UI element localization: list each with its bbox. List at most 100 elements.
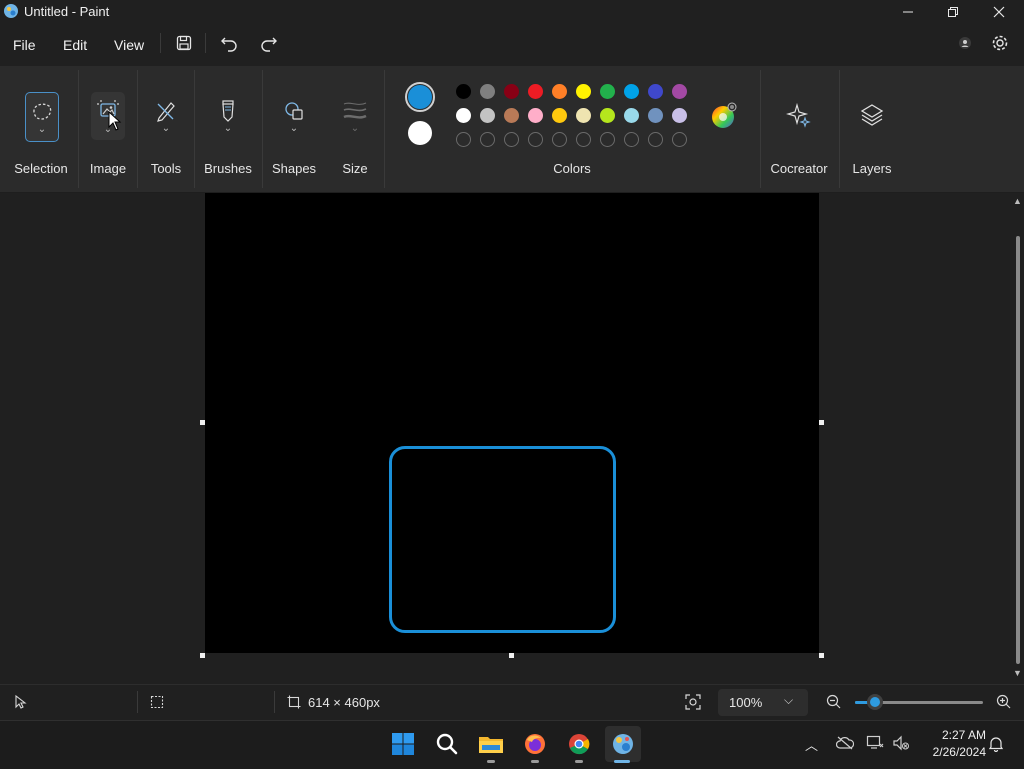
menu-edit[interactable]: Edit [63, 35, 87, 55]
taskbar-paint[interactable] [605, 726, 641, 762]
scroll-down-arrow-icon[interactable]: ▼ [1013, 668, 1022, 678]
resize-handle-bottom-left[interactable] [200, 653, 205, 658]
folder-icon [479, 737, 503, 753]
zoom-in-button[interactable] [996, 694, 1012, 713]
edit-colors-button[interactable] [710, 101, 738, 129]
shapes-icon [285, 101, 303, 120]
taskbar-search-button[interactable] [429, 726, 465, 762]
custom-color-slot[interactable] [624, 132, 639, 147]
palette-color-swatch[interactable] [624, 108, 639, 123]
palette-color-swatch[interactable] [456, 84, 471, 99]
resize-handle-left[interactable] [200, 420, 205, 425]
taskbar-firefox[interactable] [517, 726, 553, 762]
palette-color-swatch[interactable] [528, 84, 543, 99]
close-button[interactable] [976, 0, 1022, 24]
chevron-down-icon: ⌄ [161, 122, 171, 134]
scroll-up-arrow-icon[interactable]: ▲ [1013, 196, 1022, 206]
gear-icon [992, 35, 1008, 51]
save-button[interactable] [170, 31, 198, 55]
palette-color-swatch[interactable] [600, 108, 615, 123]
group-label-brushes: Brushes [204, 161, 252, 176]
resize-handle-bottom-right[interactable] [819, 653, 824, 658]
show-hidden-icons-chevron-icon[interactable]: ︿ [805, 735, 818, 754]
settings-button[interactable] [986, 31, 1014, 55]
start-button[interactable] [385, 726, 421, 762]
ribbon-divider [384, 70, 385, 188]
palette-color-swatch[interactable] [576, 108, 591, 123]
restore-button[interactable] [930, 0, 976, 24]
undo-icon [221, 37, 237, 52]
undo-button[interactable] [215, 31, 243, 55]
account-icon [959, 37, 971, 49]
group-label-image: Image [89, 161, 127, 176]
resize-handle-right[interactable] [819, 420, 824, 425]
chevron-down-icon: ⌄ [289, 122, 299, 134]
fit-to-window-icon [685, 694, 701, 710]
custom-color-slot[interactable] [552, 132, 567, 147]
palette-color-swatch[interactable] [528, 108, 543, 123]
taskbar-active-indicator [614, 760, 630, 763]
minimize-icon [903, 11, 913, 13]
notifications-button[interactable] [988, 736, 1004, 755]
palette-color-swatch[interactable] [576, 84, 591, 99]
account-button[interactable] [951, 31, 979, 55]
custom-color-slot[interactable] [648, 132, 663, 147]
palette-color-swatch[interactable] [624, 84, 639, 99]
custom-color-slot[interactable] [480, 132, 495, 147]
palette-color-swatch[interactable] [672, 108, 687, 123]
palette-color-swatch[interactable] [456, 108, 471, 123]
palette-color-swatch[interactable] [504, 84, 519, 99]
custom-color-slot[interactable] [528, 132, 543, 147]
primary-color-button[interactable] [405, 82, 435, 112]
taskbar-file-explorer[interactable] [473, 726, 509, 762]
vertical-scrollbar-thumb[interactable] [1016, 236, 1020, 664]
zoom-out-icon [826, 694, 841, 709]
tools-button[interactable]: ⌄ [150, 94, 182, 138]
color-palette [456, 84, 696, 148]
resize-handle-bottom[interactable] [509, 653, 514, 658]
custom-color-slot[interactable] [576, 132, 591, 147]
secondary-color-button[interactable] [408, 121, 432, 145]
line-width-icon [343, 102, 367, 119]
selection-tool-button[interactable]: ⌄ [25, 92, 59, 142]
volume-muted-icon[interactable] [892, 735, 910, 754]
selection-size-icon [150, 695, 164, 712]
zoom-out-button[interactable] [826, 694, 842, 713]
palette-color-swatch[interactable] [480, 84, 495, 99]
status-divider [137, 691, 138, 713]
canvas-size-icon [287, 695, 301, 712]
ribbon-divider [839, 70, 840, 188]
palette-color-swatch[interactable] [648, 108, 663, 123]
palette-color-swatch[interactable] [480, 108, 495, 123]
minimize-button[interactable] [885, 0, 931, 24]
search-icon [436, 733, 458, 755]
shapes-button[interactable]: ⌄ [278, 94, 310, 138]
layers-button[interactable] [857, 100, 887, 130]
palette-color-swatch[interactable] [552, 84, 567, 99]
palette-color-swatch[interactable] [504, 108, 519, 123]
taskbar-clock-date[interactable]: 2/26/2024 [918, 745, 986, 759]
ribbon-divider [262, 70, 263, 188]
rounded-rectangle-shape[interactable] [389, 446, 616, 633]
custom-color-slot[interactable] [600, 132, 615, 147]
custom-color-slot[interactable] [672, 132, 687, 147]
brushes-button[interactable]: ⌄ [212, 94, 244, 138]
taskbar-chrome[interactable] [561, 726, 597, 762]
taskbar-clock-time[interactable]: 2:27 AM [920, 728, 986, 742]
size-button[interactable]: ⌄ [339, 94, 371, 138]
palette-color-swatch[interactable] [600, 84, 615, 99]
onedrive-icon[interactable] [835, 736, 855, 753]
custom-color-slot[interactable] [504, 132, 519, 147]
network-icon[interactable] [866, 735, 884, 754]
menu-file[interactable]: File [13, 35, 36, 55]
palette-color-swatch[interactable] [672, 84, 687, 99]
palette-color-swatch[interactable] [552, 108, 567, 123]
fit-to-window-button[interactable] [684, 693, 702, 714]
palette-color-swatch[interactable] [648, 84, 663, 99]
custom-color-slot[interactable] [456, 132, 471, 147]
redo-button[interactable] [255, 31, 283, 55]
menu-view[interactable]: View [114, 35, 144, 55]
layers-icon [860, 104, 884, 126]
cocreator-button[interactable] [784, 100, 814, 130]
chevron-down-icon: ⌄ [37, 123, 47, 135]
